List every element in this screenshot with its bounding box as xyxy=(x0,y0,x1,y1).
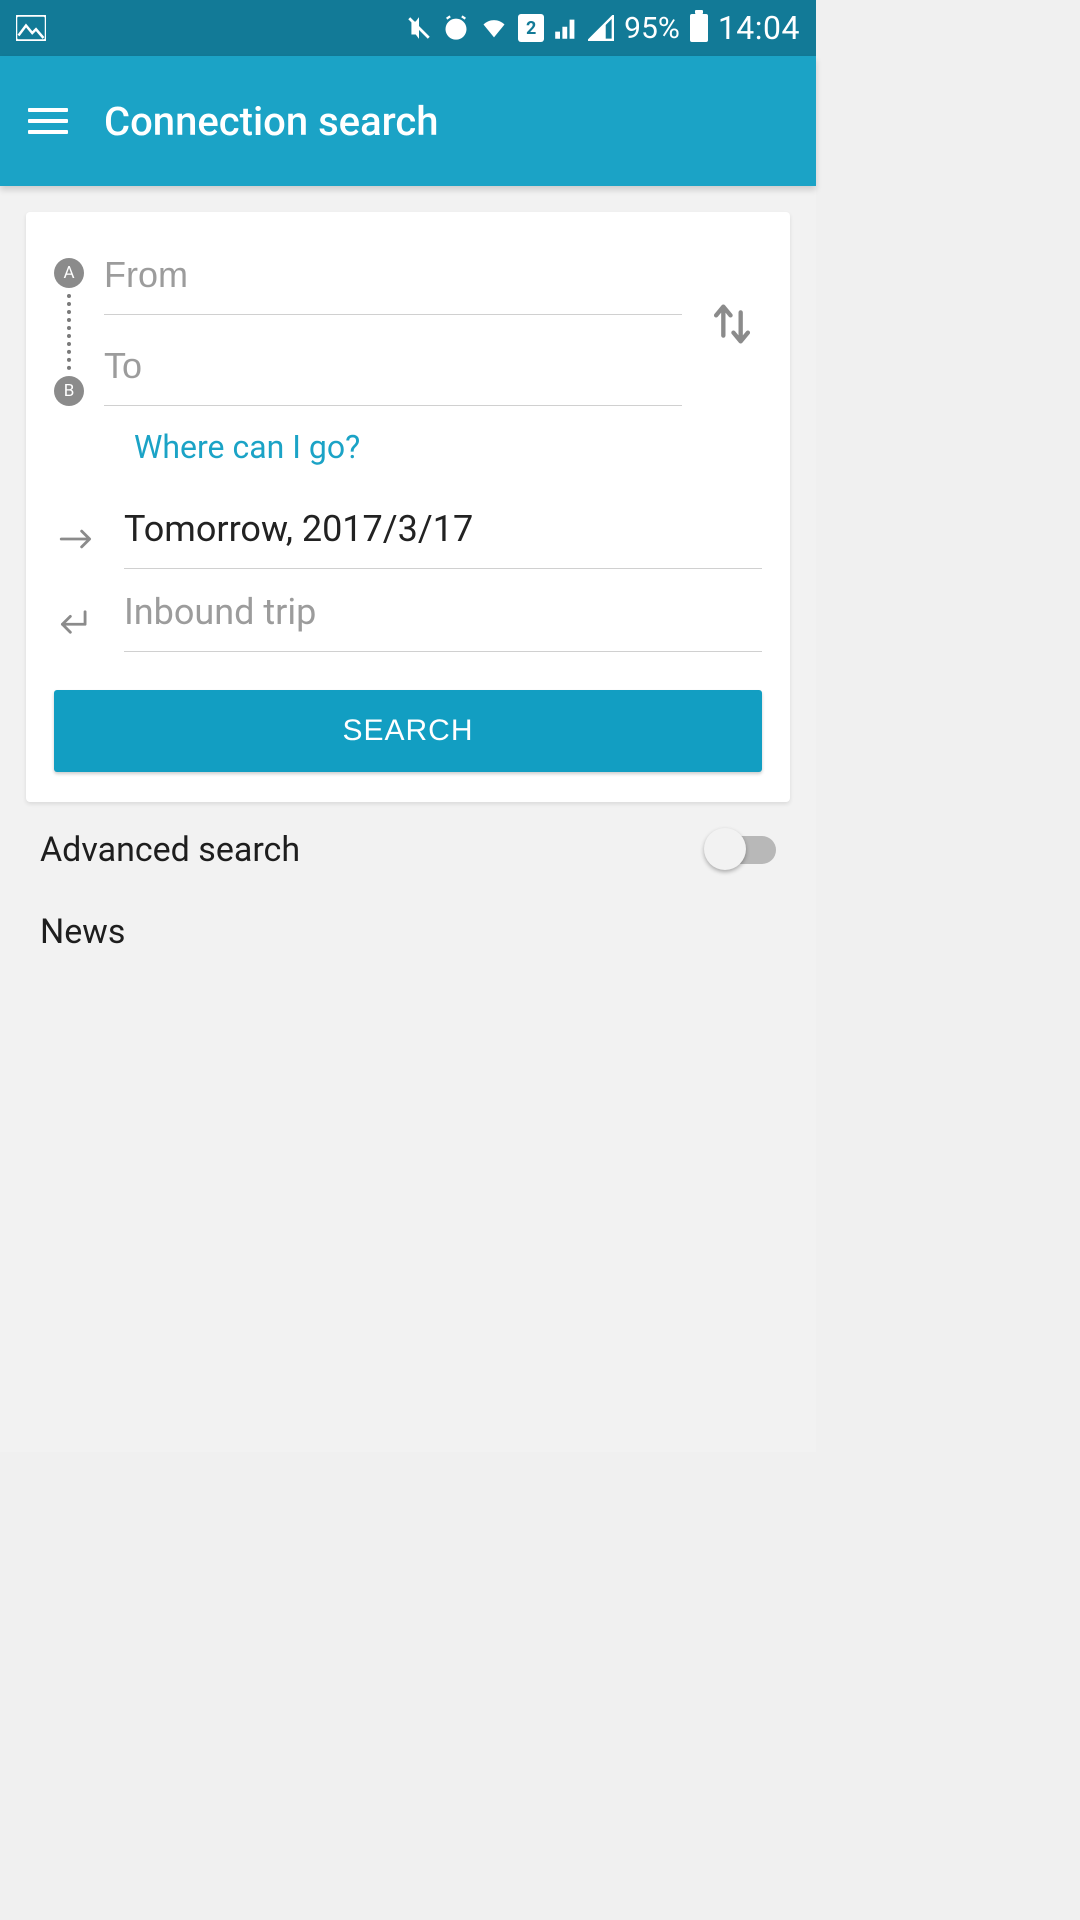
route-markers: A B xyxy=(54,242,84,406)
menu-button[interactable] xyxy=(28,108,68,134)
search-button[interactable]: SEARCH xyxy=(54,690,762,772)
battery-percent: 95% xyxy=(624,11,680,46)
battery-icon xyxy=(690,14,708,42)
app-bar: Connection search xyxy=(0,56,816,186)
news-heading[interactable]: News xyxy=(26,898,790,952)
mute-icon xyxy=(406,15,432,41)
marker-b-icon: B xyxy=(54,376,84,406)
outbound-date-field[interactable]: Tomorrow, 2017/3/17 xyxy=(124,508,762,569)
signal-icon-1 xyxy=(554,16,578,40)
swap-button[interactable] xyxy=(702,242,762,406)
sim-badge: 2 xyxy=(518,14,544,42)
inbound-date-field[interactable]: Inbound trip xyxy=(124,591,762,652)
advanced-search-toggle[interactable] xyxy=(706,836,776,864)
wifi-icon xyxy=(480,16,508,40)
signal-icon-2 xyxy=(588,15,614,41)
where-can-i-go-link[interactable]: Where can I go? xyxy=(54,406,762,466)
swap-icon xyxy=(710,298,754,350)
status-bar: 2 95% 14:04 xyxy=(0,0,816,56)
from-input[interactable] xyxy=(104,242,682,315)
status-clock: 14:04 xyxy=(718,9,800,47)
search-card: A B Where can I go? xyxy=(26,212,790,802)
return-arrow-icon xyxy=(54,608,98,636)
advanced-search-label: Advanced search xyxy=(40,830,300,870)
page-title: Connection search xyxy=(104,98,439,145)
gallery-icon xyxy=(16,15,46,41)
alarm-icon xyxy=(442,14,470,42)
marker-a-icon: A xyxy=(54,258,84,288)
arrow-right-icon xyxy=(54,527,98,551)
to-input[interactable] xyxy=(104,333,682,406)
